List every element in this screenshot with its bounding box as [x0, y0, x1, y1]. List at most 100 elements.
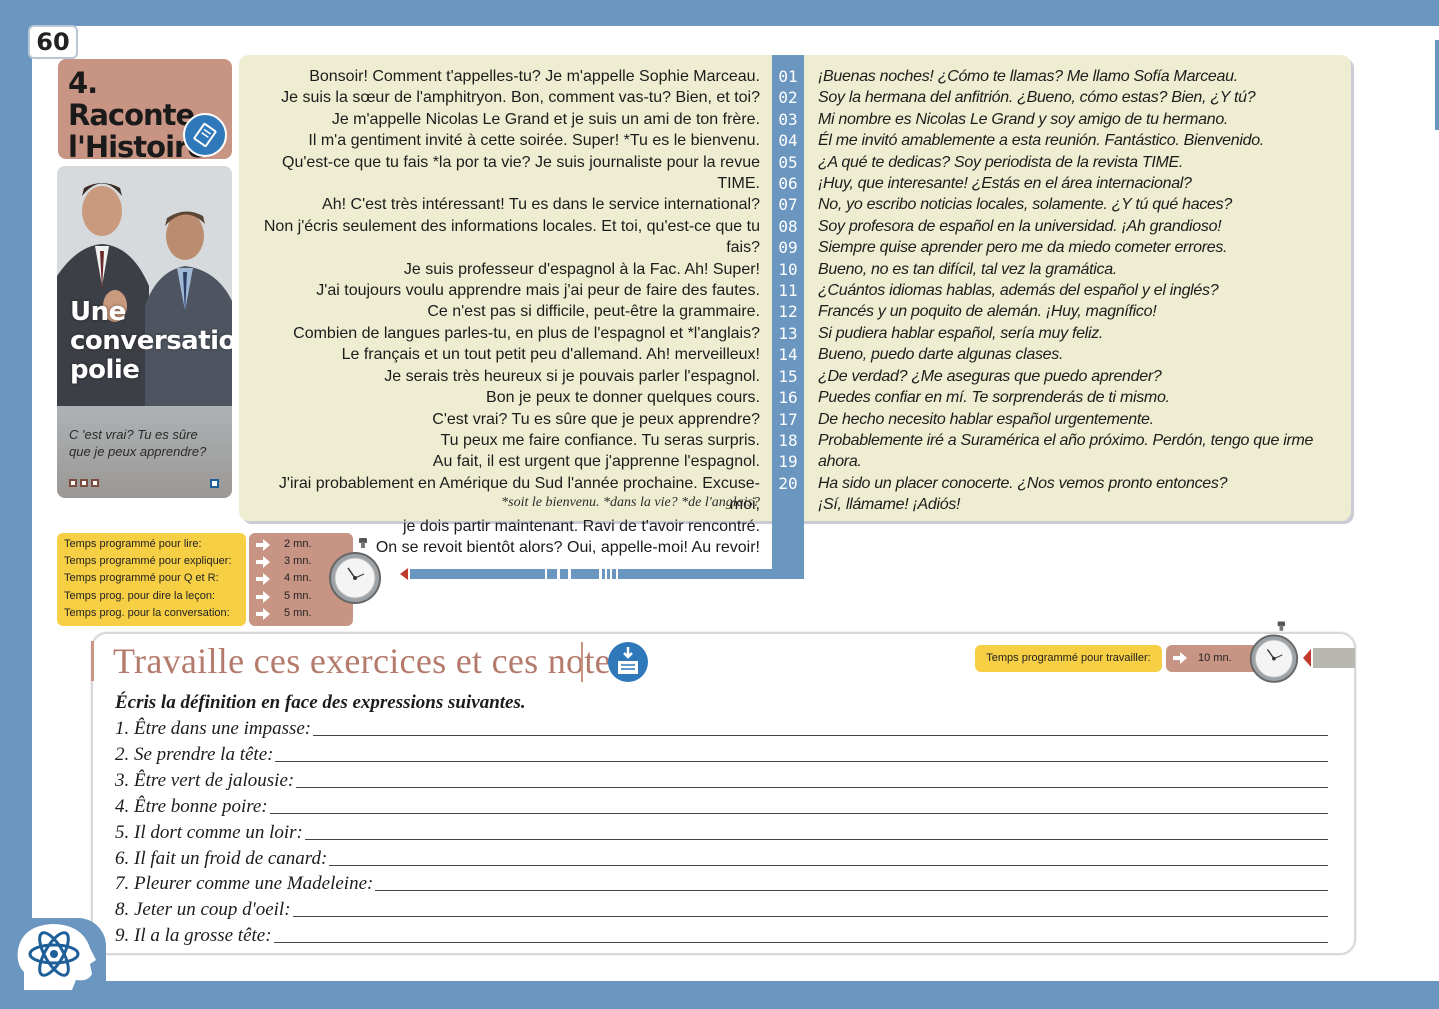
line-number: 18	[778, 430, 798, 450]
spanish-line: ¿Cuántos idiomas hablas, además del espa…	[818, 282, 1219, 300]
page-number: 60	[28, 25, 78, 59]
line-number: 13	[778, 323, 798, 343]
slide-dot-active[interactable]	[210, 479, 219, 488]
french-line: Qu'est-ce que tu fais *la por ta vie? Je…	[282, 153, 760, 193]
exercise-instruction: Écris la définition en face des expressi…	[115, 692, 526, 713]
line-number: 20	[778, 473, 798, 493]
exercise-item-label: 3. Être vert de jalousie:	[115, 769, 295, 791]
slide-dot[interactable]	[69, 479, 77, 487]
exercise-item-label: 8. Jeter un coup d'oeil:	[115, 899, 291, 921]
line-number: 04	[778, 131, 798, 151]
stopwatch-icon	[1249, 621, 1299, 683]
exercise-item: 3. Être vert de jalousie:	[115, 768, 1328, 792]
french-line: Ce n'est pas si difficile, peut-être la …	[427, 303, 760, 321]
french-line: Je serais très heureux si je pouvais par…	[384, 367, 760, 385]
timing-label: Temps programmé pour expliquer:	[64, 555, 232, 568]
photo-title-line3: polie	[70, 355, 140, 385]
line-number: 08	[778, 216, 798, 236]
spanish-line: Soy la hermana del anfitrión. ¿Bueno, có…	[818, 89, 1256, 107]
arrow-right-icon	[256, 572, 270, 589]
exercise-item: 1. Être dans une impasse:	[115, 716, 1328, 740]
spanish-line: Mi nombre es Nicolas Le Grand y soy amig…	[818, 110, 1229, 128]
spanish-line: Ha sido un placer conocerte. ¿Nos vemos …	[818, 474, 1228, 492]
slide-dots[interactable]	[69, 479, 99, 487]
arrow-right-icon	[256, 538, 270, 555]
french-line: Je suis la sœur de l'amphitryon. Bon, co…	[281, 89, 760, 107]
line-number: 10	[778, 259, 798, 279]
french-dialogue: Bonsoir! Comment t'appelles-tu? Je m'app…	[250, 66, 760, 558]
progress-arrow	[400, 568, 802, 580]
exercise-item: 5. Il dort comme un loir:	[115, 820, 1328, 844]
timing-label: Temps programmé pour lire:	[64, 538, 202, 550]
book-icon[interactable]	[183, 113, 227, 157]
notes-download-icon[interactable]	[607, 641, 649, 683]
answer-line[interactable]	[304, 838, 1328, 840]
head-atom-logo-icon	[17, 924, 97, 990]
photo-caption-line1: C 'est vrai? Tu es sûre	[69, 427, 198, 442]
photo-caption-line2: que je peux apprendre?	[69, 444, 207, 459]
progress-arrow	[1303, 648, 1355, 668]
line-number: 12	[778, 302, 798, 322]
french-line: Je m'appelle Nicolas Le Grand et je suis…	[331, 110, 760, 128]
line-number: 03	[778, 109, 798, 129]
line-number: 06	[778, 174, 798, 194]
spanish-line: Bueno, no es tan difícil, tal vez la gra…	[818, 260, 1117, 278]
line-number: 02	[778, 88, 798, 108]
exercise-title: Travaille ces exercices et ces notes	[113, 641, 626, 681]
spanish-dialogue: ¡Buenas noches! ¿Cómo te llamas? Me llam…	[818, 66, 1348, 516]
spanish-line: De hecho necesito hablar español urgente…	[818, 410, 1154, 428]
exercise-item-label: 6. Il fait un froid de canard:	[115, 847, 328, 869]
french-line: Je suis professeur d'espagnol à la Fac. …	[403, 260, 760, 278]
timing-label: Temps prog. pour dire la leçon:	[64, 589, 216, 602]
slide-dot[interactable]	[80, 479, 88, 487]
exercise-item: 2. Se prendre la tête:	[115, 742, 1328, 766]
french-line: Le français et un tout petit peu d'allem…	[341, 346, 760, 364]
spanish-line: Él me invitó amablemente a esta reunión.…	[818, 132, 1264, 150]
exercise-accent	[91, 641, 94, 681]
timing-arrows	[256, 538, 270, 624]
slide-dot[interactable]	[91, 479, 99, 487]
exercise-item: 6. Il fait un froid de canard:	[115, 846, 1328, 870]
french-line: Au fait, il est urgent que j'apprenne l'…	[432, 453, 760, 471]
spanish-line: ¿A qué te dedicas? Soy periodista de la …	[818, 153, 1184, 171]
answer-line[interactable]	[313, 735, 1328, 736]
photo-title-line1: Une	[70, 297, 126, 327]
french-line: Non j'écris seulement des informations l…	[263, 217, 760, 257]
spanish-line: ¿De verdad? ¿Me aseguras que puedo apren…	[818, 367, 1162, 385]
spanish-line: Bueno, puedo darte algunas clases.	[818, 346, 1064, 364]
french-line: Bonsoir! Comment t'appelles-tu? Je m'app…	[309, 68, 760, 85]
exercise-item-label: 4. Être bonne poire:	[115, 795, 268, 817]
spanish-line: Francés y un poquito de alemán. ¡Huy, ma…	[818, 303, 1157, 321]
french-line: Il m'a gentiment invité à cette soirée. …	[308, 132, 760, 150]
exercise-item: 8. Jeter un coup d'oeil:	[115, 897, 1328, 921]
spanish-line: Si pudiera hablar español, sería muy fel…	[818, 324, 1104, 342]
answer-line[interactable]	[273, 942, 1328, 944]
work-timing-label: Temps programmé pour travailler:	[975, 645, 1162, 672]
title-divider	[581, 642, 583, 682]
answer-line[interactable]	[292, 916, 1328, 918]
spanish-line: ¡Huy, que interesante! ¿Estás en el área…	[818, 175, 1192, 193]
arrow-right-icon	[256, 590, 270, 607]
photo-title-line2: conversation	[70, 326, 232, 356]
spanish-line: Soy profesora de español en la universid…	[818, 217, 1222, 235]
photo-card: Une conversation polie C 'est vrai? Tu e…	[57, 166, 232, 498]
line-number: 14	[778, 345, 798, 365]
french-line: C'est vrai? Tu es sûre que je peux appre…	[432, 410, 760, 428]
exercise-item-label: 2. Se prendre la tête:	[115, 743, 274, 765]
line-number: 07	[778, 195, 798, 215]
timing-label: Temps programmé pour Q et R:	[64, 572, 219, 585]
exercise-item: 7. Pleurer comme une Madeleine:	[115, 871, 1328, 895]
answer-line[interactable]	[275, 760, 1328, 762]
spanish-line: ¡Sí, llámame! ¡Adiós!	[818, 496, 961, 514]
answer-line[interactable]	[296, 786, 1328, 788]
spanish-line: Probablemente iré a Suramérica el año pr…	[818, 431, 1314, 471]
bottom-bar	[0, 981, 1439, 1009]
arrow-right-icon	[1173, 652, 1187, 664]
spanish-line: No, yo escribo noticias locales, solamen…	[818, 196, 1232, 214]
exercise-item-label: 5. Il dort comme un loir:	[115, 821, 303, 843]
answer-line[interactable]	[269, 812, 1328, 814]
line-number: 16	[778, 388, 798, 408]
answer-line[interactable]	[329, 864, 1328, 866]
line-number: 05	[778, 152, 798, 172]
answer-line[interactable]	[375, 890, 1328, 892]
